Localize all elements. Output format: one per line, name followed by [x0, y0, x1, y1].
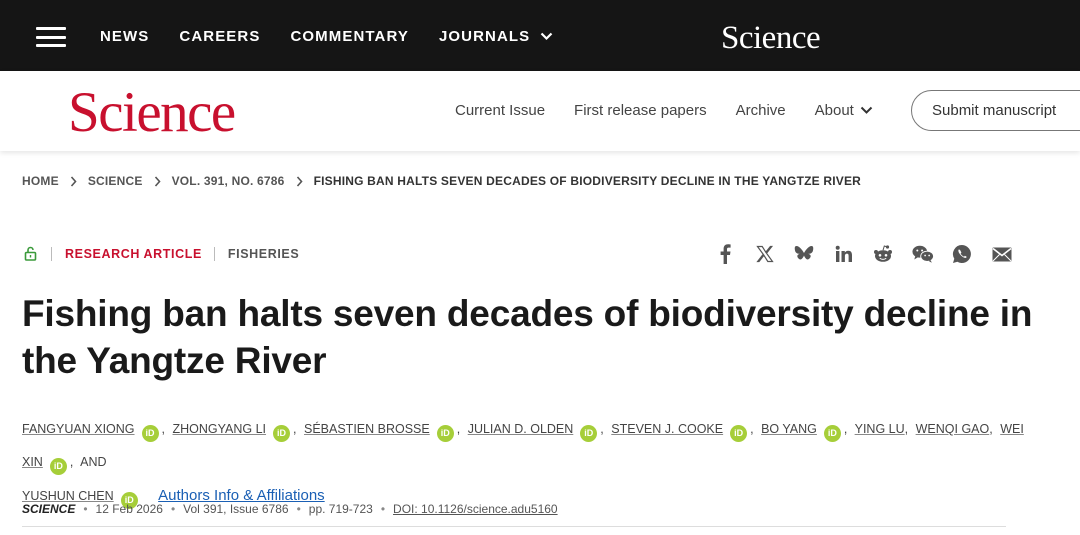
journal-name: SCIENCE	[22, 502, 76, 516]
author-name[interactable]: SÉBASTIEN BROSSE	[304, 422, 430, 436]
article-type[interactable]: RESEARCH ARTICLE	[65, 247, 202, 261]
page-range: pp. 719-723	[308, 502, 373, 516]
nav-current-issue[interactable]: Current Issue	[455, 102, 545, 119]
facebook-icon[interactable]	[714, 243, 736, 265]
science-logo[interactable]: Science	[68, 84, 236, 141]
nav-about-label: About	[814, 102, 854, 119]
volume-issue: Vol 391, Issue 6786	[183, 502, 289, 516]
breadcrumb-home[interactable]: HOME	[22, 174, 59, 188]
divider	[213, 246, 215, 261]
author-list: FANGYUAN XIONG iD, ZHONGYANG LI iD, SÉBAST…	[22, 413, 1032, 513]
reddit-icon[interactable]	[872, 243, 894, 265]
author-name[interactable]: ZHONGYANG LI	[173, 422, 267, 436]
divider	[22, 526, 1006, 527]
separator-dot: •	[170, 502, 176, 516]
top-nav-careers[interactable]: CAREERS	[179, 28, 260, 45]
orcid-icon[interactable]: iD	[49, 458, 67, 475]
top-nav: NEWS CAREERS COMMENTARY JOURNALS	[100, 28, 583, 45]
chevron-down-icon	[540, 32, 553, 41]
chevron-right-icon	[154, 175, 161, 187]
orcid-icon[interactable]: iD	[823, 425, 841, 442]
citation-line: SCIENCE • 12 Feb 2026 • Vol 391, Issue 6…	[22, 502, 558, 516]
top-nav-news[interactable]: NEWS	[100, 28, 149, 45]
article-meta: RESEARCH ARTICLE FISHERIES	[24, 246, 299, 261]
separator-dot: •	[380, 502, 386, 516]
top-nav-journals[interactable]: JOURNALS	[439, 28, 553, 45]
author-name[interactable]: WENQI GAO	[916, 422, 990, 436]
separator-dot: •	[83, 502, 88, 516]
doi-link[interactable]: DOI: 10.1126/science.adu5160	[393, 502, 558, 516]
article-subject[interactable]: FISHERIES	[228, 247, 299, 261]
chevron-down-icon	[860, 106, 873, 114]
journal-nav: Current Issue First release papers Archi…	[455, 102, 902, 119]
nav-about[interactable]: About	[815, 102, 873, 119]
breadcrumb-current: FISHING BAN HALTS SEVEN DECADES OF BIODI…	[313, 174, 862, 188]
orcid-icon[interactable]: iD	[273, 425, 291, 442]
science-logo-top[interactable]: Science	[721, 20, 821, 57]
chevron-right-icon	[70, 175, 77, 187]
journal-header: Science Current Issue First release pape…	[0, 71, 1080, 151]
email-icon[interactable]	[991, 243, 1013, 265]
author-name[interactable]: FANGYUAN XIONG	[22, 422, 135, 436]
bluesky-icon[interactable]	[793, 243, 815, 265]
top-bar: NEWS CAREERS COMMENTARY JOURNALS Science	[0, 0, 1080, 71]
orcid-icon[interactable]: iD	[730, 425, 748, 442]
x-icon[interactable]	[754, 243, 776, 265]
linkedin-icon[interactable]	[833, 243, 855, 265]
share-bar	[714, 243, 1030, 265]
author-name[interactable]: JULIAN D. OLDEN	[468, 422, 574, 436]
menu-icon[interactable]	[36, 27, 66, 47]
nav-archive[interactable]: Archive	[736, 102, 786, 119]
orcid-icon[interactable]: iD	[436, 425, 454, 442]
breadcrumb-science[interactable]: SCIENCE	[88, 174, 143, 188]
nav-first-release[interactable]: First release papers	[574, 102, 707, 119]
top-nav-commentary[interactable]: COMMENTARY	[290, 28, 409, 45]
and-text: AND	[80, 455, 107, 469]
submit-manuscript-button[interactable]: Submit manuscript	[911, 90, 1080, 131]
author-name[interactable]: STEVEN J. COOKE	[611, 422, 723, 436]
separator-dot: •	[296, 502, 301, 516]
breadcrumb: HOME SCIENCE VOL. 391, NO. 6786 FISHING …	[22, 174, 861, 188]
author-name[interactable]: YUSHUN CHEN	[22, 489, 114, 503]
chevron-right-icon	[296, 175, 303, 187]
divider	[51, 246, 52, 261]
publish-date: 12 Feb 2026	[95, 502, 163, 516]
orcid-icon[interactable]: iD	[141, 425, 159, 442]
article-title: Fishing ban halts seven decades of biodi…	[22, 293, 1033, 381]
wechat-icon[interactable]	[911, 243, 934, 265]
breadcrumb-volume[interactable]: VOL. 391, NO. 6786	[172, 174, 285, 188]
author-name[interactable]: YING LU	[855, 422, 905, 436]
author-name[interactable]: BO YANG	[761, 422, 817, 436]
open-lock-icon	[24, 246, 37, 261]
orcid-icon[interactable]: iD	[580, 425, 598, 442]
whatsapp-icon[interactable]	[951, 243, 973, 265]
top-nav-journals-label: JOURNALS	[438, 28, 531, 45]
